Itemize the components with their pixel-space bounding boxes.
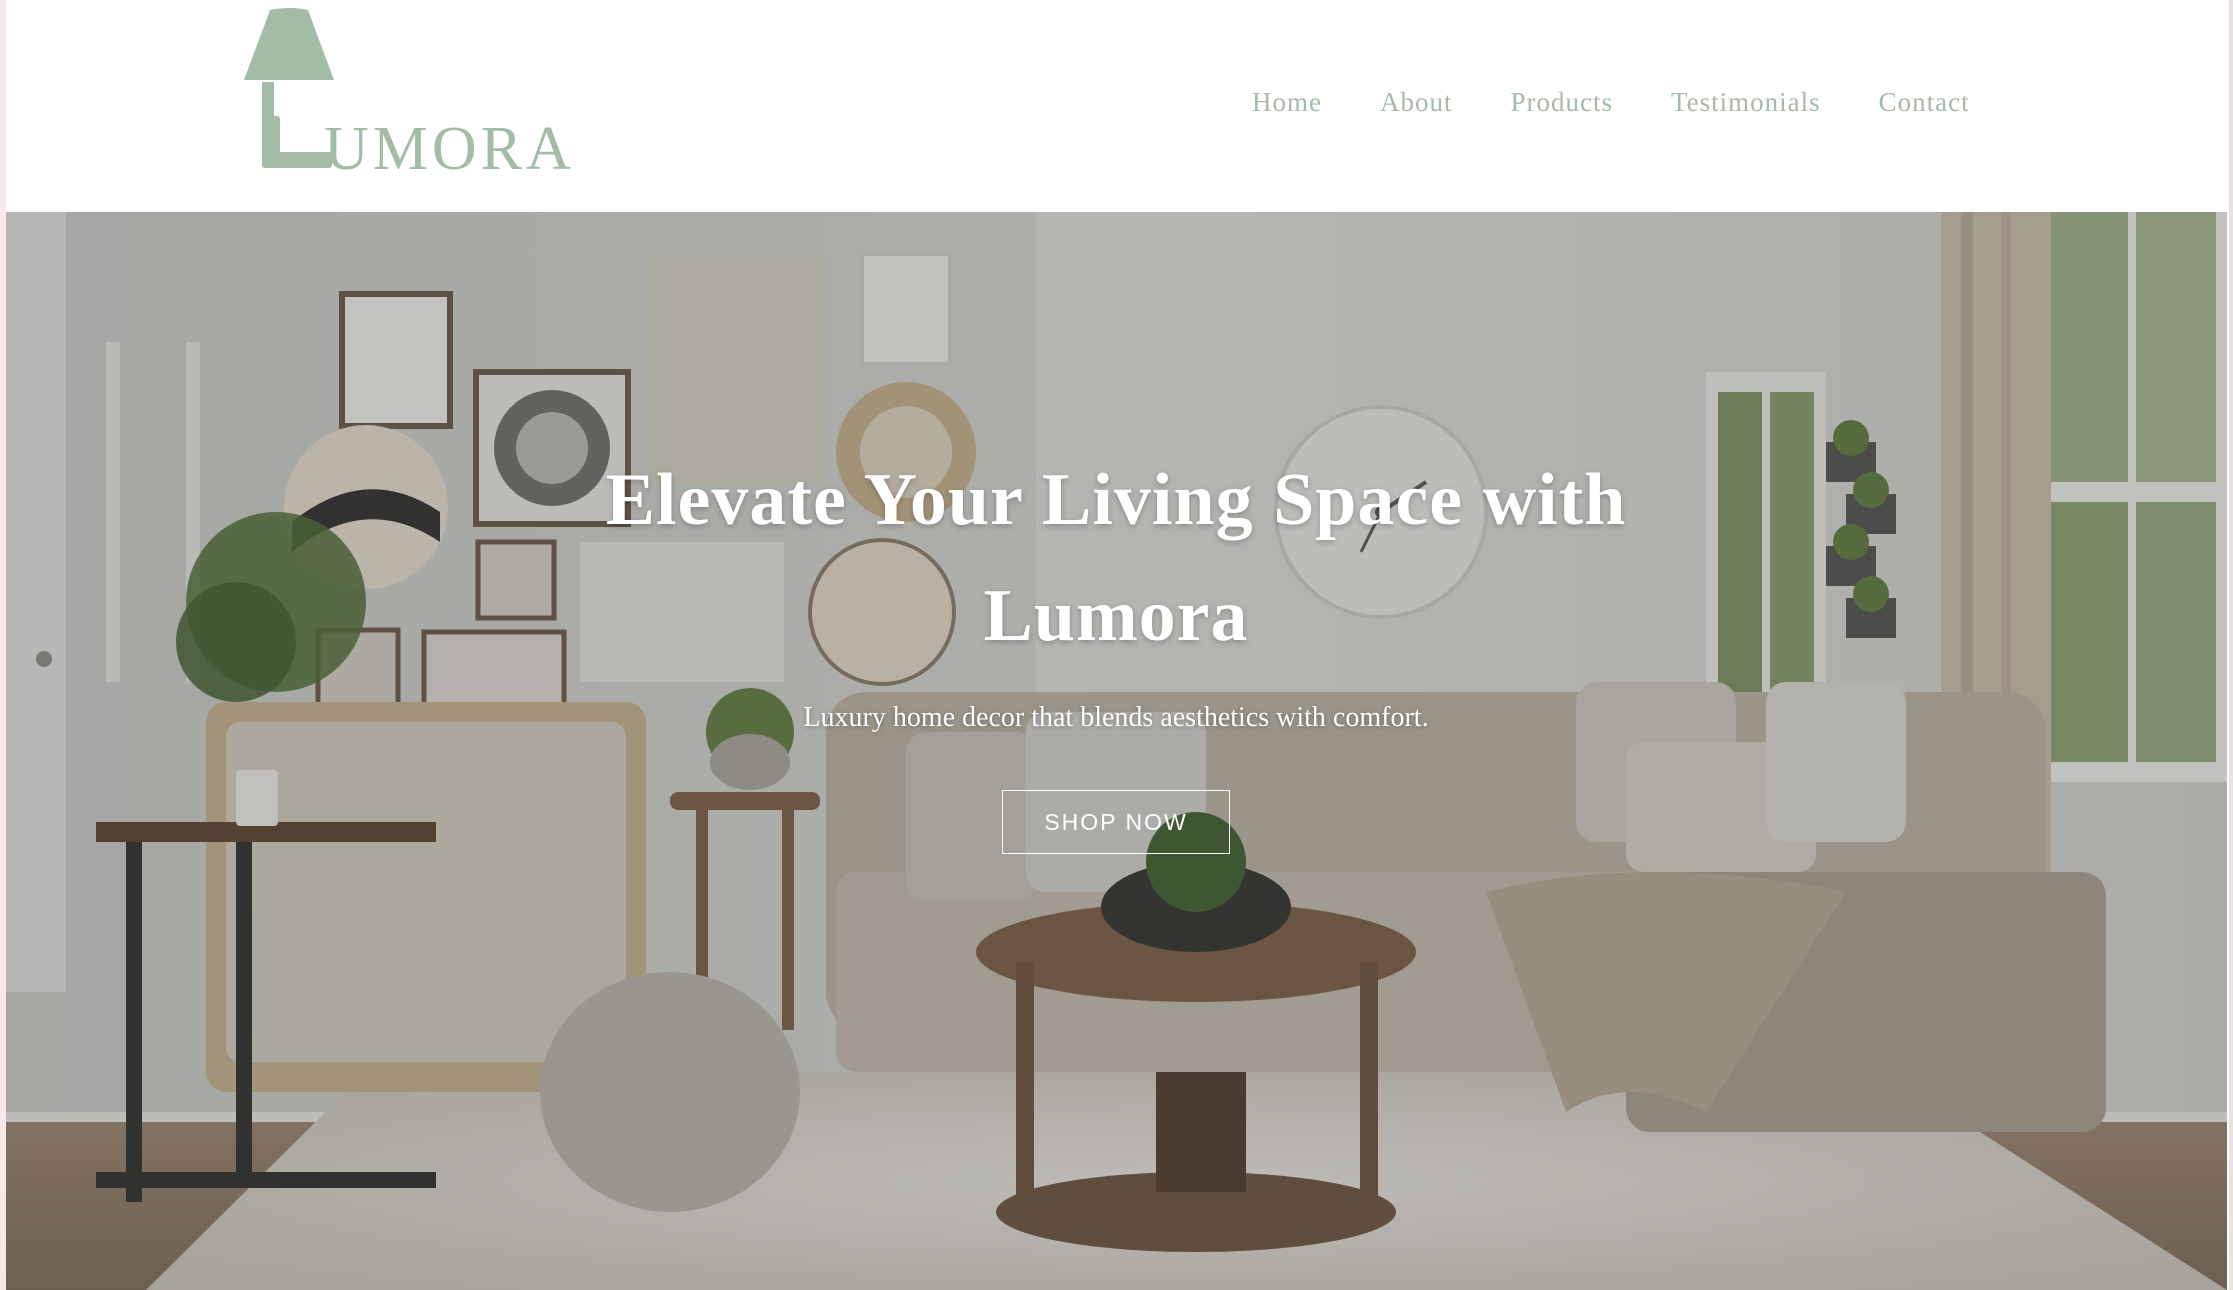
- shop-now-button[interactable]: SHOP NOW: [1002, 790, 1230, 854]
- nav-home[interactable]: Home: [1252, 82, 1322, 122]
- hero-overlay: [6, 212, 2227, 1290]
- nav-products[interactable]: Products: [1510, 82, 1613, 122]
- hero-subtitle: Luxury home decor that blends aesthetics…: [803, 702, 1429, 733]
- nav-about[interactable]: About: [1380, 82, 1453, 122]
- nav-contact[interactable]: Contact: [1879, 82, 1970, 122]
- brand-wordmark: UMORA: [324, 115, 575, 183]
- main-nav: Home About Products Testimonials Contact: [1252, 82, 2028, 122]
- site-header: UMORA Home About Products Testimonials C…: [6, 0, 2227, 212]
- hero-title: Elevate Your Living Space with Lumora: [605, 459, 1627, 657]
- brand-logo[interactable]: UMORA: [228, 8, 571, 180]
- hero-section: Elevate Your Living Space with Lumora Lu…: [6, 212, 2227, 1290]
- nav-testimonials[interactable]: Testimonials: [1671, 82, 1821, 122]
- page-edge-right: [2229, 0, 2233, 1290]
